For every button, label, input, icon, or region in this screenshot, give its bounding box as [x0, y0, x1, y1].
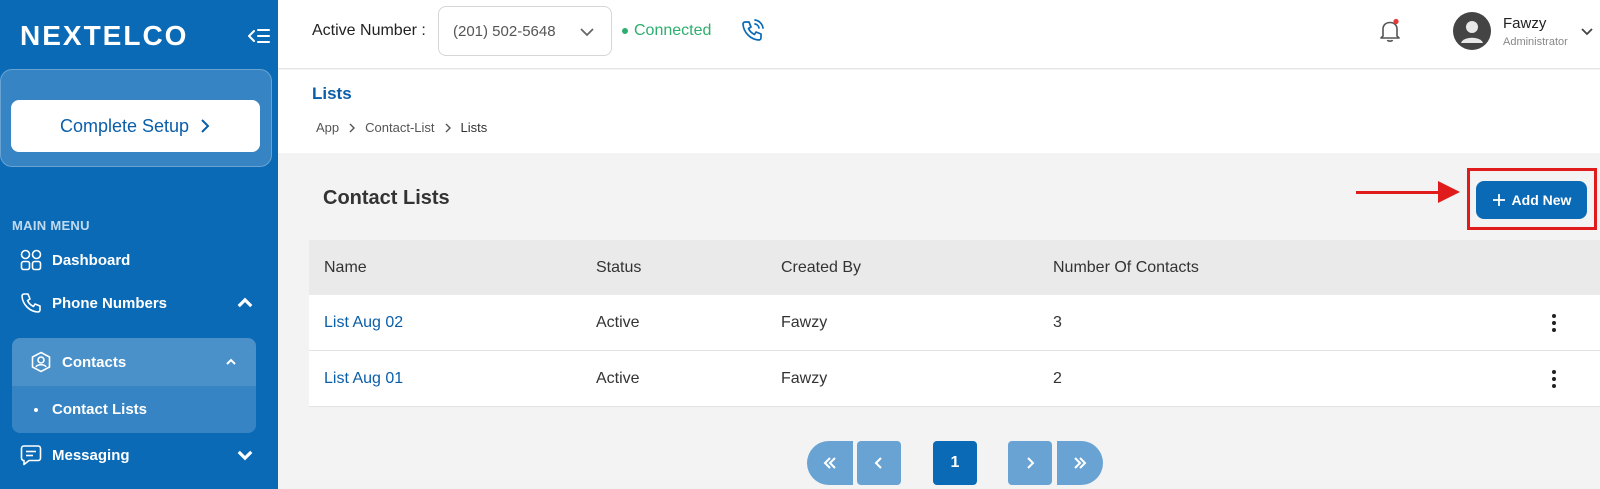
connection-status: Connected	[622, 22, 711, 40]
page-number-button[interactable]: 1	[933, 441, 977, 485]
avatar[interactable]	[1453, 12, 1491, 50]
sidebar-item-messaging[interactable]: Messaging	[20, 444, 256, 466]
chevron-right-icon	[349, 123, 356, 132]
topbar: Active Number : (201) 502-5648 Connected…	[278, 0, 1600, 69]
section-title: Contact Lists	[323, 187, 450, 209]
active-number-value: (201) 502-5648	[453, 22, 556, 40]
chevron-right-icon	[201, 119, 210, 133]
list-created-by: Fawzy	[781, 369, 828, 387]
setup-card: Complete Setup	[0, 69, 272, 167]
add-new-button[interactable]: Add New	[1476, 181, 1587, 219]
sidebar-subitem-label: Contact Lists	[52, 401, 148, 418]
column-header-created-by[interactable]: Created By	[781, 259, 861, 277]
previous-page-button[interactable]	[857, 441, 901, 485]
column-header-name[interactable]: Name	[324, 259, 367, 277]
next-page-button[interactable]	[1008, 441, 1052, 485]
list-contact-count: 3	[1053, 313, 1062, 331]
sidebar: NEXTELCO Complete Setup MAIN MENU Dashbo…	[0, 0, 278, 489]
list-status: Active	[596, 369, 640, 387]
sidebar-item-dashboard[interactable]: Dashboard	[20, 249, 130, 271]
contacts-group: Contacts Contact Lists	[12, 338, 256, 433]
breadcrumb-item-app[interactable]: App	[316, 120, 339, 135]
plus-icon	[1492, 194, 1505, 206]
brand-logo[interactable]: NEXTELCO	[20, 20, 188, 52]
chevron-down-icon	[580, 28, 594, 37]
complete-setup-button[interactable]: Complete Setup	[11, 100, 260, 152]
active-number-select[interactable]: (201) 502-5648	[438, 6, 612, 56]
sidebar-item-label: Dashboard	[52, 251, 131, 269]
chevron-down-icon	[237, 450, 253, 461]
table-row: List Aug 01 Active Fawzy 2	[309, 351, 1600, 407]
bullet-icon	[34, 407, 38, 412]
user-name[interactable]: Fawzy	[1503, 15, 1546, 32]
collapse-sidebar-icon[interactable]	[248, 26, 270, 46]
chevron-right-icon	[1027, 457, 1035, 469]
main-menu-title: MAIN MENU	[12, 218, 90, 233]
add-new-label: Add New	[1511, 192, 1572, 208]
table-header: Name Status Created By Number Of Contact…	[309, 240, 1600, 295]
chat-icon	[20, 445, 42, 466]
more-options-icon[interactable]	[1545, 368, 1563, 390]
connection-status-text: Connected	[634, 22, 712, 39]
complete-setup-label: Complete Setup	[59, 115, 190, 136]
user-role: Administrator	[1503, 36, 1568, 48]
chevron-up-icon	[226, 358, 236, 365]
contact-lists-table: Name Status Created By Number Of Contact…	[309, 240, 1600, 407]
contact-icon	[31, 351, 51, 373]
annotation-arrow-line	[1356, 191, 1446, 194]
list-contact-count: 2	[1053, 369, 1062, 387]
breadcrumb-item-lists: Lists	[460, 120, 488, 135]
sidebar-subitem-contact-lists[interactable]: Contact Lists	[34, 401, 147, 418]
user-avatar-icon	[1453, 12, 1491, 50]
page-header: Lists App Contact-List Lists	[278, 70, 1600, 153]
list-name-link[interactable]: List Aug 02	[324, 314, 403, 332]
page-title: Lists	[312, 84, 352, 103]
last-page-button[interactable]	[1057, 441, 1103, 485]
first-page-button[interactable]	[807, 441, 853, 485]
annotation-arrow-head	[1438, 181, 1460, 203]
chevron-down-icon[interactable]	[1580, 24, 1594, 38]
sidebar-item-label: Contacts	[62, 353, 127, 371]
column-header-status[interactable]: Status	[596, 259, 641, 277]
notification-bell-icon[interactable]	[1378, 18, 1402, 44]
chevron-left-icon	[874, 457, 882, 469]
sidebar-item-phone-numbers[interactable]: Phone Numbers	[20, 292, 256, 314]
phone-icon	[21, 293, 41, 313]
column-header-number-of-contacts[interactable]: Number Of Contacts	[1053, 259, 1199, 277]
more-options-icon[interactable]	[1545, 312, 1563, 334]
double-chevron-left-icon	[823, 457, 836, 469]
active-number-label: Active Number :	[312, 22, 426, 39]
chevron-up-icon	[237, 297, 253, 308]
breadcrumb: App Contact-List Lists	[316, 120, 487, 135]
list-created-by: Fawzy	[781, 313, 828, 331]
sidebar-item-contacts[interactable]: Contacts	[12, 338, 256, 386]
list-name-link[interactable]: List Aug 01	[324, 370, 403, 388]
list-status: Active	[596, 313, 640, 331]
breadcrumb-item-contact-list[interactable]: Contact-List	[365, 120, 434, 135]
phone-call-icon[interactable]	[740, 18, 766, 44]
double-chevron-right-icon	[1074, 457, 1087, 469]
grid-icon	[20, 249, 42, 271]
chevron-right-icon	[445, 123, 451, 132]
table-row: List Aug 02 Active Fawzy 3	[309, 295, 1600, 351]
status-dot-icon	[622, 28, 628, 34]
sidebar-item-label: Messaging	[52, 446, 130, 464]
sidebar-item-label: Phone Numbers	[52, 294, 168, 312]
